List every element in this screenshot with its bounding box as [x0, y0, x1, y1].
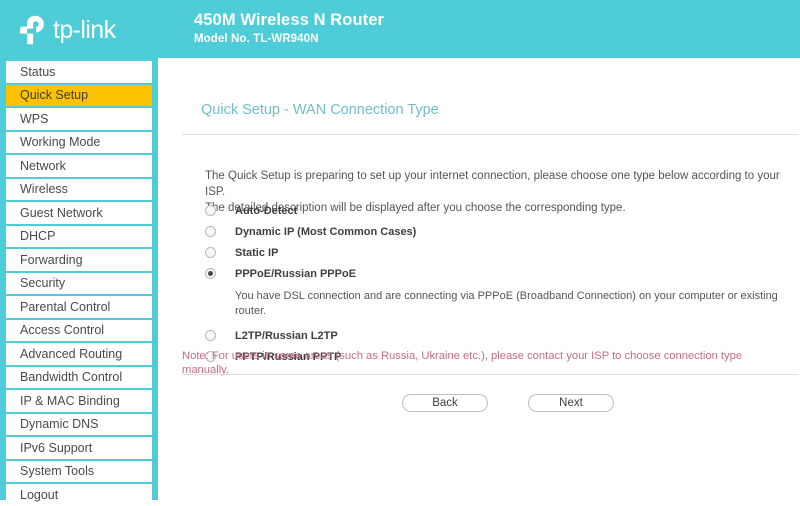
sidebar-item-label: IP & MAC Binding: [20, 393, 120, 408]
tp-link-logo-icon: [20, 15, 44, 45]
header-title-group: 450M Wireless N Router Model No. TL-WR94…: [194, 10, 384, 48]
divider-top: [182, 134, 798, 135]
sidebar-item-label: Dynamic DNS: [20, 417, 99, 432]
sidebar-item-label: Wireless: [20, 182, 68, 197]
sidebar-item-ipv6-support[interactable]: IPv6 Support: [6, 437, 152, 459]
brand-logo: tp-link: [14, 11, 116, 49]
sidebar-item-system-tools[interactable]: System Tools: [6, 460, 152, 482]
sidebar-item-logout[interactable]: Logout: [6, 484, 152, 506]
brand-logo-text: tp-link: [53, 15, 116, 44]
note-text: Note: For users in some areas (such as R…: [182, 350, 743, 376]
sidebar-item-access-control[interactable]: Access Control: [6, 319, 152, 341]
sidebar-item-working-mode[interactable]: Working Mode: [6, 131, 152, 153]
radio-button-icon[interactable]: [205, 226, 216, 237]
sidebar-item-wireless[interactable]: Wireless: [6, 178, 152, 200]
sidebar-item-label: Working Mode: [20, 135, 101, 150]
product-title: 450M Wireless N Router: [194, 11, 385, 29]
sidebar-item-bandwidth-control[interactable]: Bandwidth Control: [6, 366, 152, 388]
sidebar-item-security[interactable]: Security: [6, 272, 152, 294]
radio-option-label[interactable]: Auto-Detect: [235, 205, 297, 217]
selected-option-description: You have DSL connection and are connecti…: [235, 290, 778, 317]
sidebar-item-network[interactable]: Network: [6, 155, 152, 177]
next-button[interactable]: Next: [528, 394, 614, 412]
back-button[interactable]: Back: [402, 394, 488, 412]
sidebar-item-advanced-routing[interactable]: Advanced Routing: [6, 343, 152, 365]
sidebar-item-dhcp[interactable]: DHCP: [6, 225, 152, 247]
sidebar-item-label: Security: [20, 276, 66, 291]
sidebar-item-label: Parental Control: [20, 299, 111, 314]
sidebar-item-label: DHCP: [20, 229, 56, 244]
product-model: Model No. TL-WR940N: [194, 33, 319, 46]
sidebar-item-ip-mac-binding[interactable]: IP & MAC Binding: [6, 390, 152, 412]
page-title: Quick Setup - WAN Connection Type: [201, 102, 439, 118]
sidebar-item-status[interactable]: Status: [6, 61, 152, 83]
page-header: tp-link 450M Wireless N Router Model No.…: [0, 0, 800, 58]
sidebar-item-label: Forwarding: [20, 252, 83, 267]
radio-option-label[interactable]: Dynamic IP (Most Common Cases): [235, 226, 416, 238]
sidebar-item-parental-control[interactable]: Parental Control: [6, 296, 152, 318]
radio-button-icon[interactable]: [205, 247, 216, 258]
sidebar-item-label: Guest Network: [20, 205, 103, 220]
action-buttons: Back Next: [158, 394, 800, 412]
radio-option-row[interactable]: PPPoE/Russian PPPoE: [205, 263, 795, 284]
sidebar-item-label: Advanced Routing: [20, 346, 123, 361]
sidebar-item-label: System Tools: [20, 464, 95, 479]
sidebar-nav: Status Quick Setup WPS Working Mode Network W…: [0, 58, 158, 506]
sidebar-item-dynamic-dns[interactable]: Dynamic DNS: [6, 413, 152, 435]
sidebar-item-label: IPv6 Support: [20, 440, 93, 455]
radio-button-icon[interactable]: [205, 268, 216, 279]
radio-button-icon[interactable]: [205, 205, 216, 216]
divider-bottom: [182, 374, 798, 375]
intro-line-1: The Quick Setup is preparing to set up y…: [205, 170, 780, 198]
radio-option-label[interactable]: L2TP/Russian L2TP: [235, 330, 338, 342]
radio-option-label[interactable]: Static IP: [235, 247, 278, 259]
sidebar-item-label: Quick Setup: [20, 88, 89, 103]
sidebar-item-label: Bandwidth Control: [20, 370, 123, 385]
router-admin-page: tp-link 450M Wireless N Router Model No.…: [0, 0, 800, 506]
sidebar-item-quick-setup[interactable]: Quick Setup: [6, 84, 152, 106]
radio-option-row[interactable]: Dynamic IP (Most Common Cases): [205, 221, 795, 242]
radio-option-label[interactable]: PPPoE/Russian PPPoE: [235, 268, 356, 280]
main-content: Quick Setup - WAN Connection Type The Qu…: [158, 58, 800, 500]
wan-connection-type-options: Auto-Detect Dynamic IP (Most Common Cases…: [205, 200, 795, 367]
sidebar-item-guest-network[interactable]: Guest Network: [6, 202, 152, 224]
radio-option-row[interactable]: Static IP: [205, 242, 795, 263]
sidebar-item-wps[interactable]: WPS: [6, 108, 152, 130]
sidebar-item-label: Access Control: [20, 323, 105, 338]
sidebar-item-label: Status: [20, 64, 56, 79]
sidebar-item-label: Network: [20, 158, 66, 173]
sidebar-item-forwarding[interactable]: Forwarding: [6, 249, 152, 271]
radio-option-row[interactable]: L2TP/Russian L2TP: [205, 325, 795, 346]
sidebar-item-label: WPS: [20, 111, 49, 126]
radio-option-row[interactable]: Auto-Detect: [205, 200, 795, 221]
radio-button-icon[interactable]: [205, 330, 216, 341]
